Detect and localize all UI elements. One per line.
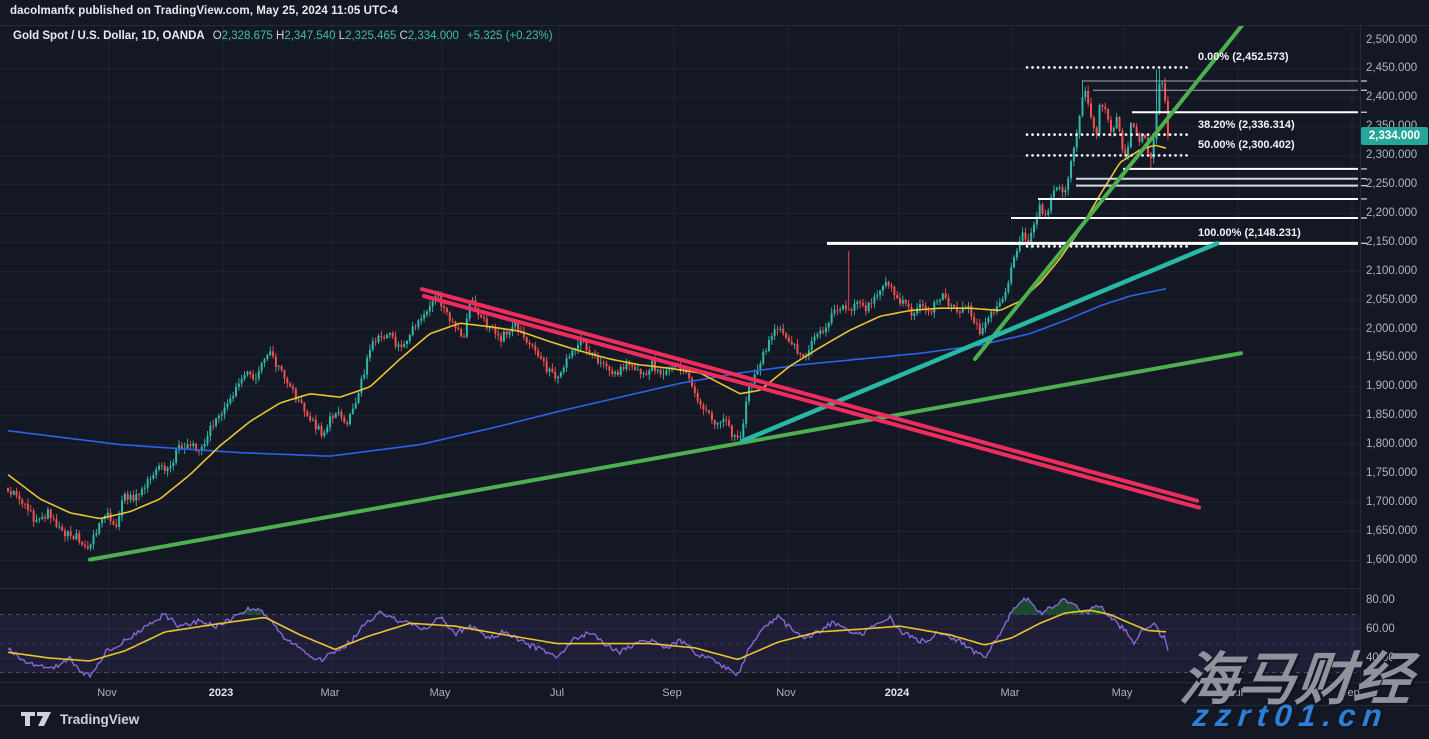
watermark-url: zzrt01.cn: [1191, 698, 1391, 733]
tradingview-logo-icon: [21, 712, 51, 726]
pane-divider[interactable]: [0, 588, 1360, 589]
change-value: +5.325 (+0.23%): [466, 30, 553, 42]
publish-banner: dacolmanfx published on TradingView.com,…: [10, 5, 399, 17]
fib-level-label: 100.00% (2,148.231): [1198, 227, 1301, 240]
ohlc-values: O2,328.675 H2,347.540 L2,325.465 C2,334.…: [212, 30, 459, 42]
tradingview-label: TradingView: [60, 711, 140, 727]
tradingview-published-chart: dacolmanfx published on TradingView.com,…: [0, 0, 1429, 739]
fib-level-label: 0.00% (2,452.573): [1198, 51, 1289, 64]
pink-channel-lower: [422, 294, 1201, 510]
symbol-legend[interactable]: Gold Spot / U.S. Dollar, 1D, OANDA O2,32…: [13, 30, 553, 42]
teal-support: [739, 241, 1220, 444]
price-axis-divider: [1360, 25, 1361, 682]
moving-averages: [7, 144, 1167, 520]
trend-lines[interactable]: [88, 19, 1247, 562]
symbol-title: Gold Spot / U.S. Dollar, 1D, OANDA: [13, 30, 205, 42]
pink-channel-upper: [420, 287, 1199, 503]
tradingview-attribution[interactable]: TradingView: [21, 711, 139, 727]
banner-divider: [0, 25, 1429, 26]
long-term-support: [88, 351, 1243, 562]
fib-level-label: 38.20% (2,336.314): [1198, 118, 1295, 131]
last-price-badge: 2,334.000: [1361, 126, 1428, 145]
chart-canvas[interactable]: [0, 0, 1429, 739]
fib-level-label: 50.00% (2,300.402): [1198, 139, 1295, 152]
steep-support: [973, 26, 1245, 362]
horizontal-rays[interactable]: [827, 80, 1367, 245]
